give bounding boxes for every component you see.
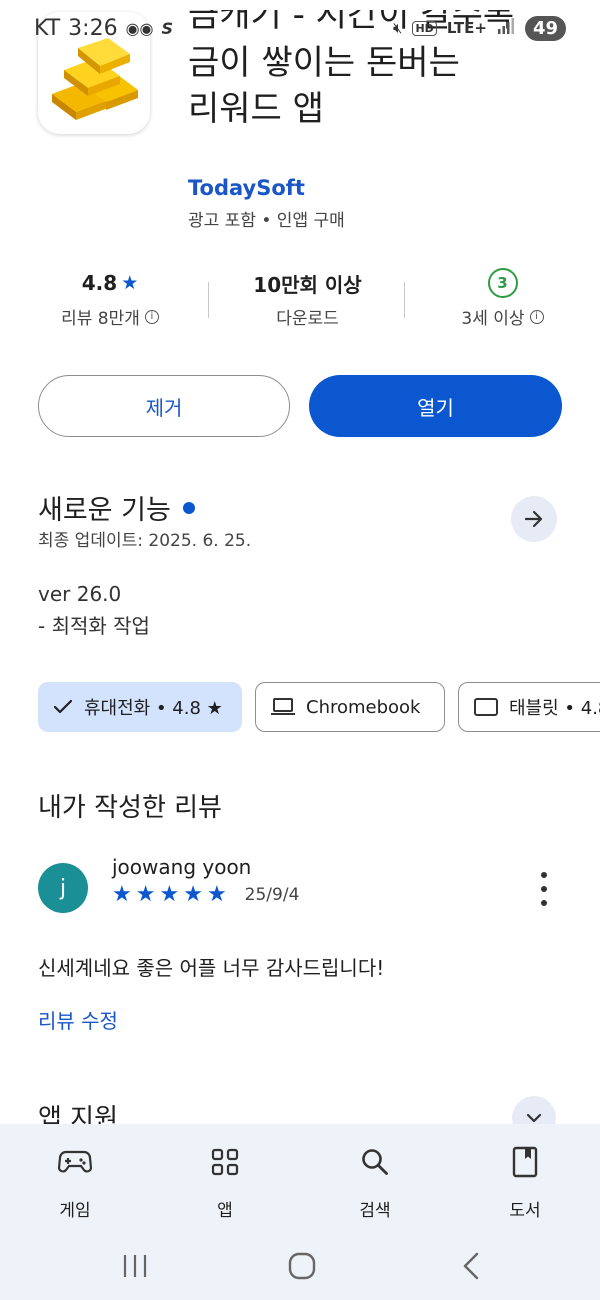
chip-chromebook[interactable]: Chromebook [255, 682, 445, 732]
gamepad-icon [30, 1142, 120, 1182]
reviewer-name: joowang yoon [112, 855, 252, 879]
info-icon: i [144, 309, 159, 324]
age-stat[interactable]: 3 3세 이상 i [430, 266, 575, 329]
battery-indicator: 49 [524, 15, 566, 41]
arrow-right-icon [524, 510, 543, 528]
hd-icon: HD [412, 20, 437, 36]
uninstall-button[interactable]: 제거 [38, 375, 290, 437]
app-s-icon: S [161, 18, 174, 38]
rating-value: 4.8 [81, 271, 118, 295]
whats-new-arrow-button[interactable] [511, 496, 557, 542]
age-label-row: 3세 이상 i [430, 304, 575, 329]
more-options-icon[interactable] [534, 872, 554, 906]
last-updated: 최종 업데이트: 2025. 6. 25. [38, 531, 252, 551]
clock: 3:26 [68, 15, 118, 41]
rating-label: 리뷰 8만개 [61, 309, 140, 329]
star-icon: ★ [206, 882, 227, 907]
check-icon [53, 699, 73, 714]
home-icon [288, 1252, 316, 1280]
recent-apps-button[interactable] [110, 1244, 160, 1288]
info-icon: i [529, 309, 544, 324]
rating-label-row: 리뷰 8만개 i [40, 304, 180, 329]
ad-info: 광고 포함 • 인앱 구매 [188, 211, 345, 231]
search-icon [330, 1142, 420, 1182]
chip-phone[interactable]: 휴대전화 • 4.8 ★ [38, 682, 242, 732]
chip-tablet-label: 태블릿 • 4.8 [509, 698, 600, 719]
release-notes: ver 26.0 - 최적화 작업 [38, 578, 150, 642]
chip-tablet[interactable]: 태블릿 • 4.8 [458, 682, 600, 732]
nav-games[interactable]: 게임 [30, 1142, 120, 1221]
edit-review-link[interactable]: 리뷰 수정 [38, 1005, 118, 1034]
app-title-line-2: 리워드 앱 [188, 89, 324, 129]
stat-divider [404, 282, 405, 318]
review-text: 신세계네요 좋은 어플 너무 감사드립니다! [38, 956, 385, 980]
nav-apps[interactable]: 앱 [180, 1142, 270, 1221]
review-stars: ★ ★ ★ ★ ★ 25/9/4 [112, 882, 299, 908]
rating-value-row: 4.8 ★ [40, 266, 180, 300]
whats-new-heading: 새로운 기능 [38, 488, 195, 527]
chip-chromebook-label: Chromebook [306, 696, 421, 718]
review-date: 25/9/4 [244, 885, 300, 905]
status-right: 🔇︎ HD LTE+ 49 [393, 15, 566, 41]
back-button[interactable] [446, 1244, 496, 1288]
open-button[interactable]: 열기 [309, 375, 562, 437]
age-label: 3세 이상 [461, 309, 525, 329]
carrier: KT [34, 15, 61, 41]
release-note-line: - 최적화 작업 [38, 614, 150, 638]
new-indicator-dot [182, 501, 195, 514]
apps-grid-icon [180, 1142, 270, 1182]
mute-icon: 🔇︎ [393, 19, 403, 37]
laptop-icon [271, 698, 295, 715]
nav-books[interactable]: 도서 [480, 1142, 570, 1221]
age-badge-row: 3 [430, 266, 575, 300]
back-icon [463, 1252, 479, 1280]
book-icon [480, 1142, 570, 1182]
nav-apps-label: 앱 [217, 1201, 233, 1221]
device-chips: 휴대전화 • 4.8 ★ Chromebook 태블릿 • 4.8 [0, 682, 600, 732]
star-icon: ★ [112, 882, 132, 907]
signal-icon [497, 18, 515, 38]
tablet-icon [474, 698, 498, 716]
star-icon: ★ [121, 272, 139, 294]
downloads-value: 10만회 이상 [253, 272, 362, 297]
nav-books-label: 도서 [509, 1201, 541, 1221]
notification-icon: ◉◉ [125, 18, 154, 38]
system-nav-bar [0, 1244, 600, 1288]
age-rating-badge: 3 [487, 268, 518, 298]
rating-stat[interactable]: 4.8 ★ 리뷰 8만개 i [40, 266, 180, 329]
stat-divider [208, 282, 209, 318]
developer-link[interactable]: TodaySoft [188, 176, 305, 200]
avatar: j [38, 863, 88, 913]
nav-search-label: 검색 [359, 1201, 391, 1221]
downloads-stat: 10만회 이상 다운로드 [225, 266, 390, 330]
recent-apps-icon [123, 1255, 147, 1277]
status-left: KT 3:26 ◉◉ S [34, 16, 173, 41]
nav-search[interactable]: 검색 [330, 1142, 420, 1221]
release-note-line: ver 26.0 [38, 582, 122, 606]
star-icon: ★ [135, 882, 156, 907]
status-bar: KT 3:26 ◉◉ S 🔇︎ HD LTE+ 49 [0, 0, 600, 56]
star-icon: ★ [159, 882, 180, 907]
stats-row: 4.8 ★ 리뷰 8만개 i 10만회 이상 다운로드 3 3세 이상 i [0, 266, 600, 338]
star-icon: ★ [183, 882, 203, 907]
home-button[interactable] [277, 1244, 327, 1288]
chip-phone-label: 휴대전화 • 4.8 ★ [84, 698, 223, 719]
nav-games-label: 게임 [59, 1201, 91, 1221]
network-type: LTE+ [446, 19, 487, 37]
whats-new-title: 새로운 기능 [38, 495, 171, 526]
downloads-label: 다운로드 [276, 309, 339, 329]
my-review-heading: 내가 작성한 리뷰 [38, 793, 222, 823]
